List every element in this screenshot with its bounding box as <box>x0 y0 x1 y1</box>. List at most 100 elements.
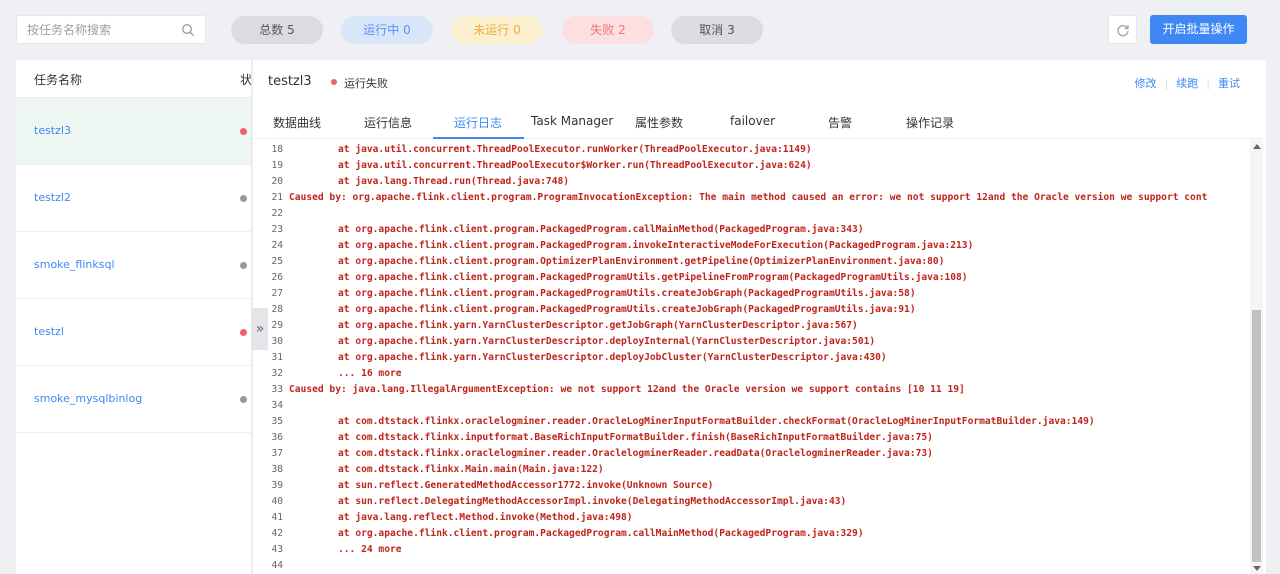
line-number: 36 <box>271 432 283 443</box>
task-name[interactable]: testzl2 <box>34 191 71 204</box>
divider: | <box>1164 77 1169 90</box>
run-log-viewer: 18 at java.util.concurrent.ThreadPoolExec… <box>253 140 1248 574</box>
detail-tabs: 数据曲线 运行信息 运行日志 Task Manager 属性参数 failove… <box>253 102 1266 139</box>
log-text: ... 16 more <box>338 368 402 379</box>
line-number: 24 <box>271 240 283 251</box>
line-number: 44 <box>271 560 283 571</box>
filter-running[interactable]: 运行中 0 <box>341 16 433 44</box>
task-item[interactable]: smoke_mysqlbinlog <box>16 366 251 433</box>
filter-failed[interactable]: 失败 2 <box>562 16 654 44</box>
log-line: 25 at org.apache.flink.client.program.Opt… <box>253 256 1248 272</box>
log-line: 36 at com.dtstack.flinkx.inputformat.Base… <box>253 432 1248 448</box>
tab-run-log[interactable]: 运行日志 <box>454 114 502 131</box>
scroll-up-arrow-icon[interactable] <box>1253 144 1261 149</box>
job-actions: 修改 | 续跑 | 重试 <box>1135 75 1240 91</box>
task-list: 任务名称 状 testzl3 testzl2 smoke_flinksql te… <box>16 60 252 574</box>
line-number: 34 <box>271 400 283 411</box>
log-text: at com.dtstack.flinkx.oraclelogminer.rea… <box>338 448 933 459</box>
tab-operation-log[interactable]: 操作记录 <box>906 114 954 131</box>
edit-link[interactable]: 修改 <box>1135 75 1157 91</box>
tab-failover[interactable]: failover <box>730 114 775 128</box>
log-text: at com.dtstack.flinkx.oraclelogminer.rea… <box>338 416 1095 427</box>
collapse-sidebar-button[interactable]: » <box>252 308 268 350</box>
line-number: 41 <box>271 512 283 523</box>
line-number: 39 <box>271 480 283 491</box>
tab-task-manager[interactable]: Task Manager <box>531 114 613 128</box>
tab-data-curve[interactable]: 数据曲线 <box>273 114 321 131</box>
line-number: 25 <box>271 256 283 267</box>
job-status: 运行失败 <box>344 77 388 90</box>
task-name[interactable]: testzl3 <box>34 124 71 137</box>
line-number: 20 <box>271 176 283 187</box>
line-number: 22 <box>271 208 283 219</box>
search-input[interactable] <box>17 16 177 43</box>
log-line: 20 at java.lang.Thread.run(Thread.java:74… <box>253 176 1248 192</box>
column-task-name: 任务名称 <box>34 73 83 87</box>
page-scroll-gutter <box>1266 0 1280 574</box>
log-text: ... 24 more <box>338 544 402 555</box>
log-line: 30 at org.apache.flink.yarn.YarnClusterDe… <box>253 336 1248 352</box>
job-name: testzl3 <box>268 74 312 89</box>
task-name[interactable]: smoke_flinksql <box>34 258 115 271</box>
log-line: 41 at java.lang.reflect.Method.invoke(Met… <box>253 512 1248 528</box>
tab-properties[interactable]: 属性参数 <box>635 114 683 131</box>
log-line: 43 ... 24 more <box>253 544 1248 560</box>
scrollbar-thumb[interactable] <box>1252 310 1261 562</box>
line-number: 42 <box>271 528 283 539</box>
log-text: at org.apache.flink.client.program.Packa… <box>338 240 974 251</box>
line-number: 33 <box>271 384 283 395</box>
line-number: 23 <box>271 224 283 235</box>
log-line: 42 at org.apache.flink.client.program.Pac… <box>253 528 1248 544</box>
log-text: at com.dtstack.flinkx.inputformat.BaseRi… <box>338 432 933 443</box>
log-line: 38 at com.dtstack.flinkx.Main.main(Main.j… <box>253 464 1248 480</box>
tab-alerts[interactable]: 告警 <box>828 114 852 131</box>
scroll-down-arrow-icon[interactable] <box>1253 566 1261 571</box>
line-number: 26 <box>271 272 283 283</box>
search-box[interactable] <box>16 15 206 44</box>
log-text: at org.apache.flink.yarn.YarnClusterDesc… <box>338 320 858 331</box>
log-text: Caused by: java.lang.IllegalArgumentExce… <box>289 384 965 395</box>
log-text: at sun.reflect.GeneratedMethodAccessor17… <box>338 480 714 491</box>
status-dot <box>240 195 247 202</box>
log-line: 29 at org.apache.flink.yarn.YarnClusterDe… <box>253 320 1248 336</box>
log-text: at org.apache.flink.client.program.Packa… <box>338 288 916 299</box>
log-line: 26 at org.apache.flink.client.program.Pac… <box>253 272 1248 288</box>
log-text: at org.apache.flink.client.program.Packa… <box>338 272 968 283</box>
retry-link[interactable]: 重试 <box>1218 75 1240 91</box>
top-toolbar: 总数 5 运行中 0 未运行 0 失败 2 取消 3 开启批量操作 <box>0 0 1280 60</box>
filter-cancelled[interactable]: 取消 3 <box>671 16 763 44</box>
task-name[interactable]: testzl <box>34 325 64 338</box>
log-line: 40 at sun.reflect.DelegatingMethodAccesso… <box>253 496 1248 512</box>
tab-run-info[interactable]: 运行信息 <box>364 114 412 131</box>
active-tab-indicator <box>433 137 524 139</box>
log-text: at java.lang.Thread.run(Thread.java:748) <box>338 176 570 187</box>
line-number: 43 <box>271 544 283 555</box>
resume-link[interactable]: 续跑 <box>1176 75 1198 91</box>
status-dot <box>240 262 247 269</box>
log-line: 28 at org.apache.flink.client.program.Pac… <box>253 304 1248 320</box>
search-icon[interactable] <box>181 23 195 37</box>
task-item[interactable]: testzl <box>16 299 251 366</box>
task-list-header: 任务名称 状 <box>16 60 251 98</box>
batch-operation-button[interactable]: 开启批量操作 <box>1150 15 1247 44</box>
log-line: 23 at org.apache.flink.client.program.Pac… <box>253 224 1248 240</box>
filter-not-running[interactable]: 未运行 0 <box>451 16 543 44</box>
log-scrollbar[interactable] <box>1250 140 1263 574</box>
log-text: at org.apache.flink.yarn.YarnClusterDesc… <box>338 352 887 363</box>
filter-total[interactable]: 总数 5 <box>231 16 323 44</box>
log-line: 22 <box>253 208 1248 224</box>
task-detail-panel: testzl3 运行失败 修改 | 续跑 | 重试 数据曲线 运行信息 运行日志 Tas… <box>253 60 1266 574</box>
status-dot <box>240 329 247 336</box>
task-name[interactable]: smoke_mysqlbinlog <box>34 392 142 405</box>
refresh-button[interactable] <box>1108 15 1137 44</box>
column-status: 状 <box>240 73 252 87</box>
line-number: 31 <box>271 352 283 363</box>
log-line: 44 <box>253 560 1248 574</box>
task-item[interactable]: smoke_flinksql <box>16 232 251 299</box>
log-line: 37 at com.dtstack.flinkx.oraclelogminer.r… <box>253 448 1248 464</box>
line-number: 35 <box>271 416 283 427</box>
task-item[interactable]: testzl3 <box>16 98 251 165</box>
task-item[interactable]: testzl2 <box>16 165 251 232</box>
line-number: 40 <box>271 496 283 507</box>
log-text: Caused by: org.apache.flink.client.progr… <box>289 192 1208 203</box>
